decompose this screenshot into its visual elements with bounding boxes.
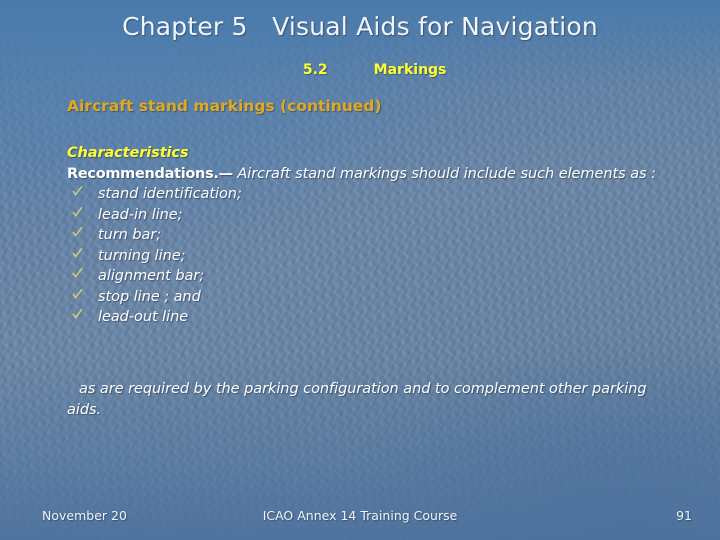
check-icon (72, 206, 83, 220)
list-item: turn bar; (67, 225, 667, 246)
check-icon (72, 185, 83, 199)
check-icon (72, 288, 83, 302)
list-item-label: turning line; (98, 247, 186, 264)
slide-footer: November 20 ICAO Annex 14 Training Cours… (0, 508, 720, 528)
list-item-label: alignment bar; (98, 268, 205, 284)
list-item: lead-in line; (67, 205, 667, 226)
list-item: alignment bar; (67, 266, 667, 287)
list-item-label: turn bar; (98, 227, 162, 243)
list-item-label: lead-out line (98, 309, 189, 325)
check-icon (72, 267, 83, 281)
characteristics-label: Characteristics (67, 145, 189, 161)
recommendation-label: Recommendations.— (67, 165, 233, 182)
list-item: stop line ; and (67, 287, 667, 308)
list-item-label: stop line ; and (98, 288, 201, 305)
footer-course-title: ICAO Annex 14 Training Course (262, 508, 458, 523)
body-content: Characteristics Recommendations.— Aircra… (67, 143, 667, 328)
closing-paragraph: as are required by the parking configura… (67, 381, 647, 418)
footer-page-number: 91 (676, 508, 692, 523)
bullet-list: stand identification; lead-in line; turn… (67, 184, 667, 328)
section-heading: Aircraft stand markings (continued) (67, 97, 382, 115)
list-item: turning line; (67, 246, 667, 267)
list-item-label: stand identification; (98, 186, 242, 202)
list-item: stand identification; (67, 184, 667, 205)
list-item-label: lead-in line; (98, 206, 183, 223)
list-item: lead-out line (67, 307, 667, 328)
check-icon (72, 308, 83, 322)
subtitle-text: Markings (373, 62, 447, 78)
subtitle-number: 5.2 (302, 62, 328, 78)
check-icon (72, 226, 83, 240)
recommendation-paragraph: Recommendations.— Aircraft stand marking… (67, 164, 667, 185)
recommendation-text: Aircraft stand markings should include s… (232, 165, 656, 182)
check-icon (72, 247, 83, 261)
slide-canvas: Chapter 5 Visual Aids for Navigation 5.2… (0, 0, 720, 540)
slide-subtitle: 5.2 Markings (0, 46, 720, 94)
page-title: Chapter 5 Visual Aids for Navigation (122, 12, 598, 41)
title-block: Chapter 5 Visual Aids for Navigation 5.2… (0, 12, 720, 94)
